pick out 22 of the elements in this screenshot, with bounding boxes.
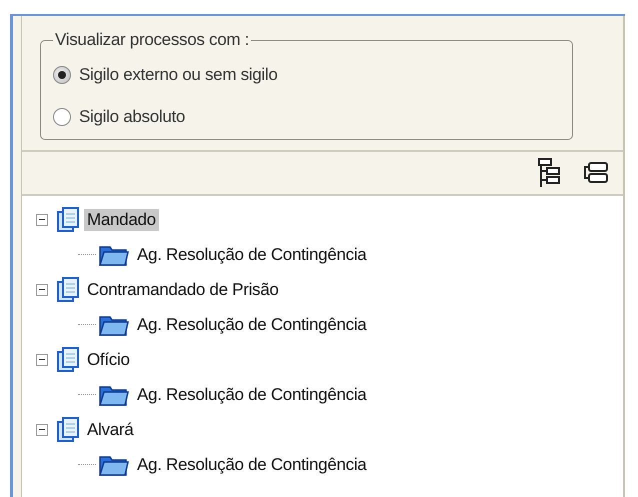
collapse-toggle[interactable]: [36, 214, 48, 226]
tree-item[interactable]: Ofício: [84, 348, 133, 370]
document-stack-icon: [56, 416, 80, 442]
tree-item[interactable]: Ag. Resolução de Contingência: [134, 384, 370, 406]
tree-item[interactable]: Ag. Resolução de Contingência: [134, 244, 370, 266]
collapse-tree-icon[interactable]: [583, 161, 609, 185]
collapse-toggle[interactable]: [36, 424, 48, 436]
tree-item[interactable]: Alvará: [84, 418, 136, 440]
group-title: Visualizar processos com :: [54, 30, 250, 50]
tree-item[interactable]: Mandado: [84, 208, 159, 230]
radio-label[interactable]: Sigilo absoluto: [79, 107, 186, 127]
tree-item[interactable]: Ag. Resolução de Contingência: [134, 454, 370, 476]
collapse-toggle[interactable]: [36, 354, 48, 366]
document-stack-icon: [56, 346, 80, 372]
document-stack-icon: [56, 206, 80, 232]
collapse-toggle[interactable]: [36, 284, 48, 296]
radio-button[interactable]: [53, 108, 71, 126]
tree-item[interactable]: Ag. Resolução de Contingência: [134, 314, 370, 336]
document-stack-icon: [56, 276, 80, 302]
radio-button[interactable]: [53, 66, 71, 84]
tree-item[interactable]: Contramandado de Prisão: [84, 278, 282, 300]
radio-label[interactable]: Sigilo externo ou sem sigilo: [79, 65, 278, 85]
